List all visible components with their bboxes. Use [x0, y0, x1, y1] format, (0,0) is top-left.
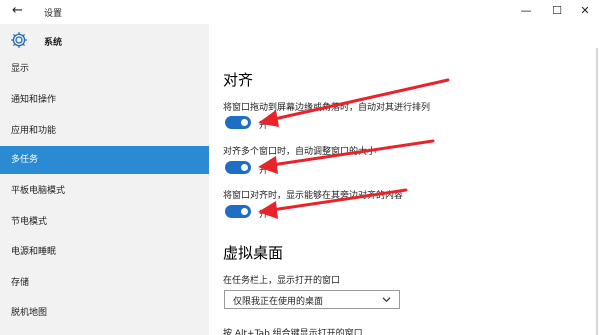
snap-setting-3-toggle[interactable]: [225, 205, 251, 218]
close-button[interactable]: ✕: [578, 4, 592, 18]
sidebar-item-display[interactable]: 显示: [0, 55, 209, 83]
snap-setting-1-toggle[interactable]: [225, 116, 251, 129]
sidebar-item-storage[interactable]: 存储: [0, 269, 209, 297]
sidebar: 系统 显示 通知和操作 应用和功能 多任务 平板电脑模式 节电模式 电源和睡眠 …: [0, 24, 209, 335]
sidebar-item-label: 节电模式: [11, 217, 48, 227]
back-arrow-icon[interactable]: ←: [12, 3, 23, 18]
snap-setting-1-state: 开: [259, 121, 269, 131]
sidebar-item-label: 平板电脑模式: [11, 186, 66, 196]
toggle-knob: [241, 119, 248, 126]
dropdown-selected-value: 仅限我正在使用的桌面: [233, 297, 324, 307]
sidebar-item-battery-saver[interactable]: 节电模式: [0, 208, 209, 236]
minimize-button[interactable]: —: [519, 4, 533, 18]
chevron-down-icon: [382, 297, 391, 303]
toggle-knob: [241, 208, 248, 215]
scrollbar[interactable]: [596, 48, 598, 335]
sidebar-header-label: 系统: [44, 38, 63, 48]
title-bar: ← 设置 — ☐ ✕: [0, 0, 600, 24]
sidebar-item-tablet-mode[interactable]: 平板电脑模式: [0, 177, 209, 205]
snap-setting-1-label: 将窗口拖动到屏幕边缘或角落时，自动对其进行排列: [223, 103, 431, 113]
sidebar-item-offline-maps[interactable]: 脱机地图: [0, 299, 209, 327]
sidebar-item-notifications[interactable]: 通知和操作: [0, 86, 209, 114]
snap-setting-3-label: 将窗口对齐时，显示能够在其旁边对齐的内容: [223, 191, 404, 201]
virtual-desktops-title: 虚拟桌面: [223, 244, 284, 262]
sidebar-item-label: 脱机地图: [11, 308, 48, 318]
sidebar-item-label: 多任务: [11, 155, 39, 165]
taskbar-windows-label: 在任务栏上，显示打开的窗口: [223, 276, 341, 286]
snap-section-title: 对齐: [223, 71, 254, 89]
sidebar-item-label: 电源和睡眠: [11, 247, 57, 257]
window-title: 设置: [44, 9, 63, 19]
sidebar-item-label: 存储: [11, 278, 30, 288]
gear-icon: [11, 32, 27, 48]
sidebar-header[interactable]: 系统: [0, 30, 209, 52]
sidebar-item-label: 显示: [11, 64, 30, 74]
snap-setting-2-toggle[interactable]: [225, 161, 251, 174]
toggle-knob: [241, 164, 248, 171]
sidebar-item-label: 应用和功能: [11, 126, 57, 136]
settings-window: ← 设置 — ☐ ✕ 系统 显示 通知和操作 应用和功能 多任务 平板电脑模式 …: [0, 0, 600, 335]
snap-setting-2-state: 开: [259, 166, 269, 176]
snap-setting-2-label: 对齐多个窗口时，自动调整窗口的大小: [223, 147, 377, 157]
sidebar-item-power-sleep[interactable]: 电源和睡眠: [0, 238, 209, 266]
maximize-button[interactable]: ☐: [550, 4, 564, 18]
snap-setting-3-state: 开: [259, 210, 269, 220]
sidebar-item-label: 通知和操作: [11, 95, 57, 105]
main-content: 对齐 将窗口拖动到屏幕边缘或角落时，自动对其进行排列 开 对齐多个窗口时，自动调…: [209, 24, 600, 335]
sidebar-item-multitasking[interactable]: 多任务: [0, 146, 209, 174]
alt-tab-label: 按 Alt+Tab 组合键显示打开的窗口: [223, 329, 363, 335]
taskbar-windows-dropdown[interactable]: 仅限我正在使用的桌面: [224, 290, 400, 309]
sidebar-item-apps[interactable]: 应用和功能: [0, 117, 209, 145]
